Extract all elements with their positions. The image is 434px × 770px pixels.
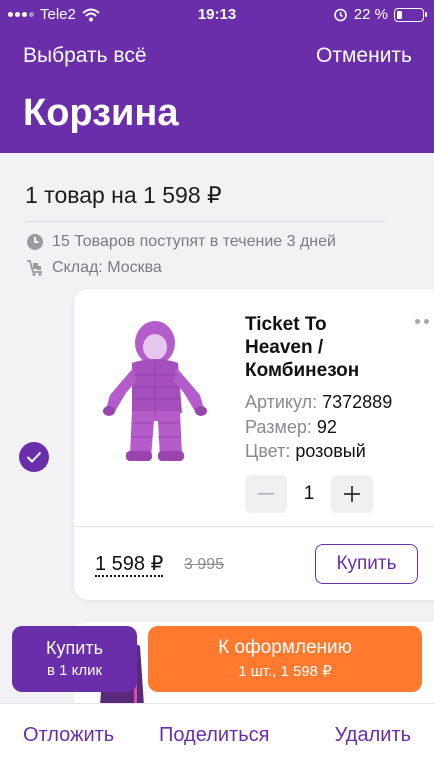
article-value: 7372889 (322, 392, 393, 412)
product-title[interactable]: Ticket To Heaven / Комбинезон (245, 313, 395, 382)
delivery-info: 15 Товаров поступят в течение 3 дней (26, 233, 336, 251)
cart-summary: 1 товар на 1 598 ₽ (25, 182, 222, 208)
bottom-action-bar: Отложить Поделиться Удалить (0, 703, 434, 770)
old-price: 3 995 (184, 556, 225, 573)
divider (25, 221, 385, 222)
battery-fill (397, 10, 402, 19)
more-icon[interactable] (415, 319, 429, 324)
increase-button[interactable] (331, 475, 373, 513)
price: 1 598 ₽ (95, 553, 164, 577)
header: Tele2 19:13 22 % Выбрать всё Отменить Ко… (0, 0, 434, 153)
buy-one-click-button[interactable]: Купить в 1 клик (12, 626, 137, 692)
one-click-label: Купить (46, 638, 103, 658)
color-row: Цвет: розовый (245, 441, 366, 462)
item-checkbox[interactable] (19, 442, 49, 472)
delete-button[interactable]: Удалить (335, 724, 411, 747)
plus-icon (344, 486, 360, 502)
status-bar: Tele2 19:13 22 % (0, 0, 434, 30)
checkout-sublabel: 1 шт., 1 598 ₽ (238, 663, 332, 680)
quantity-stepper: 1 (245, 475, 373, 513)
battery-icon (394, 7, 427, 22)
size-value: 92 (316, 417, 337, 437)
warehouse-info: Склад: Москва (26, 259, 162, 277)
share-button[interactable]: Поделиться (159, 724, 269, 747)
select-all-button[interactable]: Выбрать всё (23, 44, 147, 68)
size-row: Размер: 92 (245, 417, 337, 438)
checkout-button[interactable]: К оформлению 1 шт., 1 598 ₽ (148, 626, 422, 692)
clock-icon (27, 234, 43, 250)
product-card: Ticket To Heaven / Комбинезон Артикул: 7… (74, 289, 434, 600)
postpone-button[interactable]: Отложить (23, 724, 114, 747)
card-divider (74, 526, 434, 527)
battery-percent: 22 % (353, 6, 388, 23)
article-label: Артикул: (245, 392, 318, 412)
color-label: Цвет: (245, 441, 291, 461)
page-title: Корзина (23, 92, 179, 134)
color-value: розовый (295, 441, 366, 461)
article-row: Артикул: 7372889 (245, 392, 392, 413)
cancel-button[interactable]: Отменить (316, 44, 412, 68)
checkout-label: К оформлению (218, 637, 352, 658)
warehouse-icon (27, 260, 42, 276)
one-click-sublabel: в 1 клик (46, 662, 103, 679)
warehouse-text: Склад: Москва (52, 259, 162, 276)
delivery-text: 15 Товаров поступят в течение 3 дней (52, 233, 336, 250)
buy-button[interactable]: Купить (315, 544, 418, 584)
size-label: Размер: (245, 417, 312, 437)
minus-icon (258, 493, 274, 495)
product-image[interactable] (96, 317, 214, 465)
decrease-button[interactable] (245, 475, 287, 513)
check-icon (26, 451, 42, 463)
alarm-icon (333, 8, 347, 22)
quantity-value: 1 (303, 483, 315, 504)
